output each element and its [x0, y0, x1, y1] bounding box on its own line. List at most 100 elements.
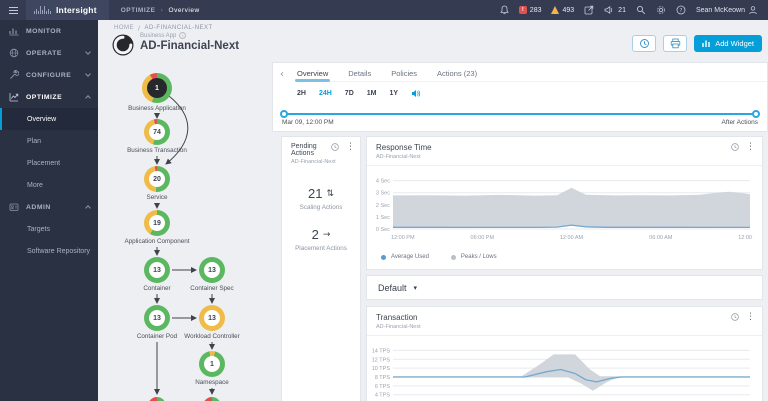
- sidebar-item-operate[interactable]: OPERATE: [0, 42, 98, 64]
- sidebar-item-more[interactable]: More: [0, 174, 98, 196]
- clock-icon[interactable]: [731, 313, 739, 321]
- topology-node-business-application[interactable]: 1: [142, 73, 172, 103]
- widget-chart-icon: [702, 39, 711, 48]
- kebab-menu-icon[interactable]: ⋮: [346, 143, 355, 151]
- user-menu[interactable]: Sean McKeown: [696, 5, 758, 15]
- kebab-menu-icon[interactable]: ⋮: [746, 313, 755, 321]
- node-count: 13: [149, 310, 165, 326]
- svg-text:06:00 PM: 06:00 PM: [471, 235, 495, 241]
- default-dropdown-label: Default: [378, 283, 407, 293]
- sidebar-item-label: MONITOR: [26, 28, 61, 35]
- range-1y[interactable]: 1Y: [389, 90, 398, 97]
- node-count: 1: [147, 78, 167, 98]
- kebab-menu-icon[interactable]: ⋮: [746, 143, 755, 151]
- chart-legend: Average Used Peaks / Lows: [381, 254, 762, 260]
- clock-icon[interactable]: [331, 143, 339, 151]
- pending-actions-subtitle: AD-Financial-Next: [291, 159, 352, 165]
- announcements-count: 21: [618, 7, 626, 14]
- hamburger-menu-icon[interactable]: [0, 0, 26, 20]
- slider-handle-end[interactable]: [752, 110, 760, 118]
- sidebar-subitem-label: More: [27, 182, 43, 189]
- tab-actions[interactable]: Actions (23): [437, 69, 477, 81]
- topology-node-namespace[interactable]: 1: [199, 351, 225, 377]
- business-app-logo: [112, 34, 134, 61]
- sidebar-item-optimize[interactable]: OPTIMIZE: [0, 86, 98, 108]
- topology-node-workload-controller[interactable]: 13: [199, 305, 225, 331]
- svg-text:4 TPS: 4 TPS: [375, 393, 391, 399]
- range-24h[interactable]: 24H: [319, 90, 332, 97]
- sidebar-subitem-label: Software Repository: [27, 248, 90, 255]
- main-content: HOME / AD-FINANCIAL-NEXT Business App i …: [98, 20, 768, 401]
- sidebar-nav: MONITOR OPERATE CONFIGURE OPTIMIZE Overv…: [0, 20, 98, 401]
- range-2h[interactable]: 2H: [297, 90, 306, 97]
- info-icon[interactable]: i: [179, 32, 186, 39]
- megaphone-icon: [604, 5, 615, 15]
- default-dropdown[interactable]: Default ▾: [366, 275, 763, 300]
- legend-dot-blue: [381, 255, 386, 260]
- overview-panel: ‹ Overview Details Policies Actions (23)…: [272, 60, 768, 401]
- sidebar-item-plan[interactable]: Plan: [0, 130, 98, 152]
- breadcrumb-home[interactable]: HOME: [114, 25, 134, 32]
- sidebar-item-label: ADMIN: [26, 204, 51, 211]
- brand-name: Intersight: [56, 5, 97, 15]
- topology-node-service[interactable]: 20: [144, 166, 170, 192]
- response-time-subtitle: AD-Financial-Next: [376, 154, 754, 160]
- warning-alarms[interactable]: 493: [551, 6, 574, 14]
- history-clock-icon: [639, 38, 650, 49]
- scaling-actions-metric[interactable]: 21⇅ Scaling Actions: [282, 186, 360, 211]
- sidebar-subitem-label: Placement: [27, 160, 60, 167]
- sidebar-item-placement[interactable]: Placement: [0, 152, 98, 174]
- legend-peaks-lows[interactable]: Peaks / Lows: [451, 254, 497, 260]
- tab-overview[interactable]: Overview: [297, 69, 328, 81]
- range-7d[interactable]: 7D: [345, 90, 354, 97]
- topology-node-business-transaction[interactable]: 74: [144, 119, 170, 145]
- slider-track[interactable]: [282, 113, 758, 115]
- playback-speaker-icon[interactable]: [411, 89, 421, 98]
- tab-details[interactable]: Details: [348, 69, 371, 81]
- requests-icon[interactable]: [584, 5, 594, 15]
- node-label: Business Transaction: [127, 147, 187, 154]
- breadcrumb-page: Overview: [169, 7, 200, 14]
- sidebar-item-targets[interactable]: Targets: [0, 218, 98, 240]
- sidebar-item-overview[interactable]: Overview: [0, 108, 98, 130]
- help-icon[interactable]: ?: [676, 5, 686, 15]
- placement-actions-metric[interactable]: 2→ Placement Actions: [282, 227, 360, 252]
- response-time-title: Response Time: [376, 143, 754, 152]
- admin-icon: [9, 202, 19, 212]
- chevron-down-icon: [85, 71, 91, 77]
- topology-node-application-component[interactable]: 19: [144, 210, 170, 236]
- svg-text:12:00 PM: 12:00 PM: [391, 235, 415, 241]
- sidebar-item-admin[interactable]: ADMIN: [0, 196, 98, 218]
- sidebar-item-software-repository[interactable]: Software Repository: [0, 240, 98, 262]
- topology-panel: 1Business Application74Business Transact…: [98, 60, 272, 401]
- tab-policies[interactable]: Policies: [391, 69, 417, 81]
- sidebar-item-monitor[interactable]: MONITOR: [0, 20, 98, 42]
- settings-gear-icon[interactable]: [656, 5, 666, 15]
- svg-text:8 TPS: 8 TPS: [375, 375, 391, 381]
- add-widget-button[interactable]: Add Widget: [694, 35, 762, 52]
- announcements[interactable]: 21: [604, 5, 626, 15]
- add-widget-label: Add Widget: [715, 39, 754, 48]
- cisco-logo: [34, 6, 51, 14]
- search-icon[interactable]: [636, 5, 646, 15]
- collapse-left-icon[interactable]: ‹: [280, 69, 284, 81]
- transaction-subtitle: AD-Financial-Next: [376, 324, 754, 330]
- topology-node-container-pod[interactable]: 13: [144, 305, 170, 331]
- print-button[interactable]: [663, 35, 687, 52]
- node-count: 13: [204, 262, 220, 278]
- legend-average-used[interactable]: Average Used: [381, 254, 429, 260]
- svg-text:12:00 AM: 12:00 AM: [560, 235, 584, 241]
- breadcrumb-section[interactable]: OPTIMIZE: [121, 7, 156, 14]
- page-breadcrumb: HOME / AD-FINANCIAL-NEXT: [114, 25, 213, 32]
- slider-handle-start[interactable]: [280, 110, 288, 118]
- topology-node-container[interactable]: 13: [144, 257, 170, 283]
- range-1m[interactable]: 1M: [367, 90, 377, 97]
- history-button[interactable]: [632, 35, 656, 52]
- notifications-bell-icon[interactable]: [500, 5, 509, 15]
- critical-alarms[interactable]: ! 283: [519, 6, 542, 14]
- warning-alarm-count: 493: [562, 7, 574, 14]
- node-label: Workload Controller: [184, 333, 240, 340]
- sidebar-item-configure[interactable]: CONFIGURE: [0, 64, 98, 86]
- clock-icon[interactable]: [731, 143, 739, 151]
- topology-node-container-spec[interactable]: 13: [199, 257, 225, 283]
